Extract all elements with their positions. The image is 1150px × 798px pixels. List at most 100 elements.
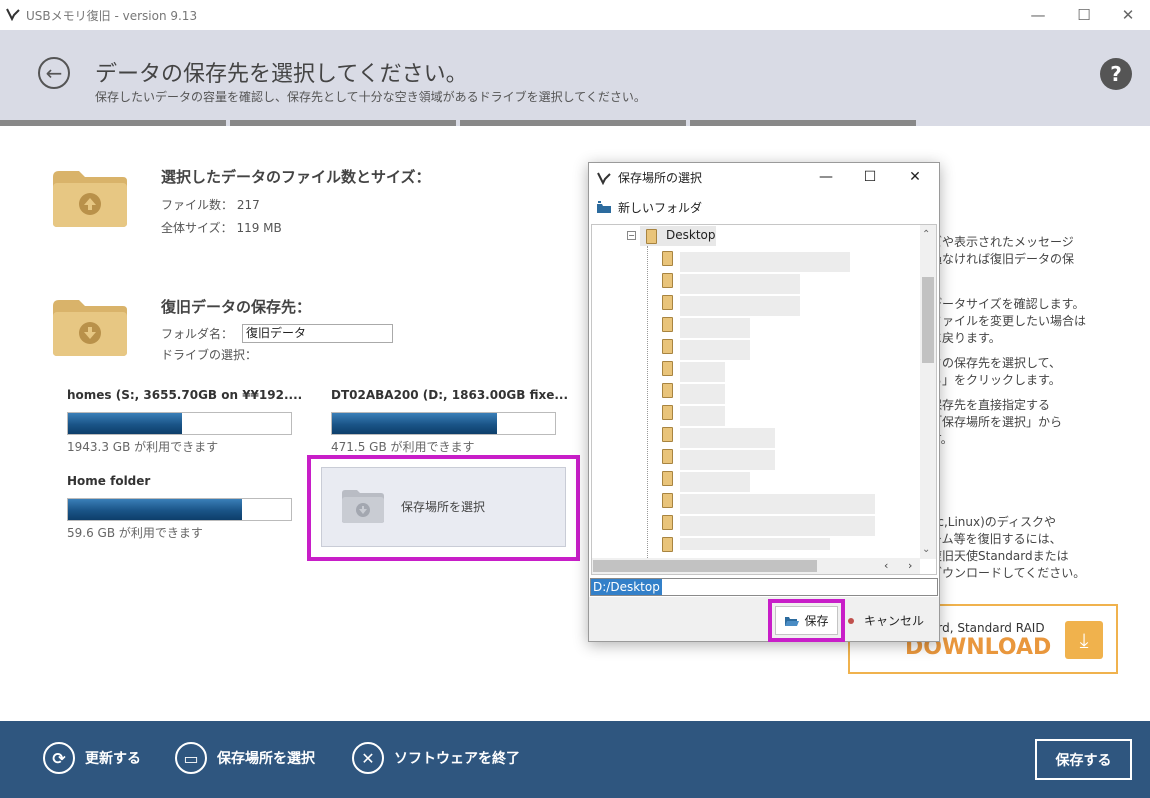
info-line: 復旧天使Standardまたは [930,549,1069,563]
select-location-footer-label: 保存場所を選択 [217,751,315,767]
new-folder-label: 新しいフォルダ [618,201,703,215]
scroll-up-icon[interactable]: ⌃ [922,229,930,240]
drive-usage-fill [68,413,182,434]
tree-folder-icon [662,273,673,288]
dialog-save-button[interactable]: 保存 [775,606,838,635]
info-line: 。 [930,268,1130,285]
page-subtitle: 保存したいデータの容量を確認し、保存先として十分な空き領域があるドライブを選択し… [95,90,646,104]
info-line: ダウンロードしてください。 [930,566,1086,580]
collapse-toggle-icon[interactable]: − [627,231,636,240]
select-location-footer-button[interactable]: ▭ 保存場所を選択 [175,741,315,775]
tree-folder-icon [662,493,673,508]
drive-name: DT02ABA200 (D:, 1863.00GB fixe... [331,388,569,402]
destination-title: 復旧データの保存先： [161,298,312,316]
refresh-button[interactable]: ⟳ 更新する [43,741,141,775]
scroll-down-icon[interactable]: ⌄ [922,544,930,555]
dialog-maximize-icon[interactable]: ☐ [848,164,892,190]
window-title: USBメモリ復旧 - version 9.13 [26,9,198,23]
selection-title: 選択したデータのファイル数とサイズ： [161,168,431,186]
blurred-folder-name [680,274,800,294]
tree-folder-icon [662,449,673,464]
tree-folder-icon [662,515,673,530]
tree-vertical-scrollbar[interactable] [920,225,936,559]
refresh-label: 更新する [85,751,141,767]
info-line: タの保存先を選択して、 [930,356,1062,370]
close-circle-icon: ✕ [352,742,384,774]
drive-usage-bar [67,412,292,435]
folder-upload-icon [53,171,127,227]
scroll-left-icon[interactable]: ‹ [884,559,888,572]
scroll-right-icon[interactable]: › [908,559,912,572]
drive-name: homes (S:, 3655.70GB on ¥¥192.... [67,388,303,402]
folder-download-icon [53,300,127,356]
folder-icon: ▭ [175,742,207,774]
drive-free-space: 471.5 GB が利用できます [331,440,475,454]
drive-select-label: ドライブの選択： [161,348,258,362]
dialog-title: 保存場所の選択 [618,171,703,185]
folder-gray-icon [342,490,384,523]
tree-folder-icon [662,251,673,266]
blurred-folder-name [680,252,850,272]
folder-name-input[interactable]: 復旧データ [242,324,393,343]
file-count: ファイル数： 217 [161,198,260,212]
blurred-folder-name [680,450,775,470]
blurred-folder-name [680,362,725,382]
blurred-folder-name [680,340,750,360]
info-line: 「保存場所を選択」から [930,415,1063,429]
app-logo-icon [6,8,20,21]
blurred-folder-name [680,384,725,404]
blurred-folder-name [680,406,725,426]
quit-button[interactable]: ✕ ソフトウェアを終了 [352,741,520,775]
tree-folder-icon [662,537,673,552]
footer-bar [0,721,1150,798]
dialog-cancel-button[interactable]: キャンセル [848,612,924,629]
tree-folder-icon [662,383,673,398]
blurred-folder-name [680,494,875,514]
close-icon[interactable]: ✕ [1105,0,1150,30]
page-title: データの保存先を選択してください。 [95,62,468,87]
dialog-close-icon[interactable]: ✕ [893,164,937,190]
drive-option[interactable]: Home folder 59.6 GB が利用できます [67,474,292,541]
blurred-folder-name [680,472,750,492]
new-folder-icon [597,201,611,213]
info-line: ac,Linux)のディスクや [930,515,1056,529]
tree-folder-icon [662,427,673,442]
save-button[interactable]: 保存する [1035,739,1132,780]
drive-option[interactable]: homes (S:, 3655.70GB on ¥¥192.... 1943.3… [67,388,302,455]
info-line: ファイルを変更したい場合は [930,314,1087,328]
cancel-dot-icon [848,617,854,624]
dialog-minimize-icon[interactable]: — [804,164,848,190]
step-2 [230,120,456,126]
drive-free-space: 59.6 GB が利用できます [67,526,203,540]
blurred-folder-name [680,538,830,550]
tree-horizontal-scroll-thumb[interactable] [593,560,817,572]
refresh-icon: ⟳ [43,742,75,774]
info-line: 保存先を直接指定する [930,398,1051,412]
tree-folder-icon [662,471,673,486]
blurred-folder-name [680,296,800,316]
maximize-icon[interactable]: ☐ [1061,0,1107,30]
tree-folder-icon [662,361,673,376]
back-arrow-icon[interactable]: ← [38,57,70,89]
tree-vertical-scroll-thumb[interactable] [922,277,934,363]
tree-folder-icon [646,229,657,244]
minimize-icon[interactable]: — [1015,0,1061,30]
quit-label: ソフトウェアを終了 [394,751,520,767]
drive-option[interactable]: DT02ABA200 (D:, 1863.00GB fixe... 471.5 … [331,388,568,455]
info-line: データサイズを確認します。 [930,297,1085,311]
drive-free-space: 1943.3 GB が利用できます [67,440,219,454]
info-line: ーム等を復旧するには、 [930,532,1062,546]
path-input-value: D:/Desktop [591,579,662,595]
step-3 [460,120,686,126]
step-1 [0,120,226,126]
blurred-folder-name [680,428,775,448]
tree-folder-icon [662,317,673,332]
tree-root-node[interactable]: Desktop [666,228,716,242]
blurred-folder-name [680,516,875,536]
help-icon[interactable]: ? [1100,58,1132,90]
new-folder-button[interactable]: 新しいフォルダ [596,199,702,216]
tree-folder-icon [662,405,673,420]
dialog-logo-icon [597,172,611,185]
drive-usage-bar [331,412,556,435]
info-line: る」をクリックします。 [930,373,1061,387]
